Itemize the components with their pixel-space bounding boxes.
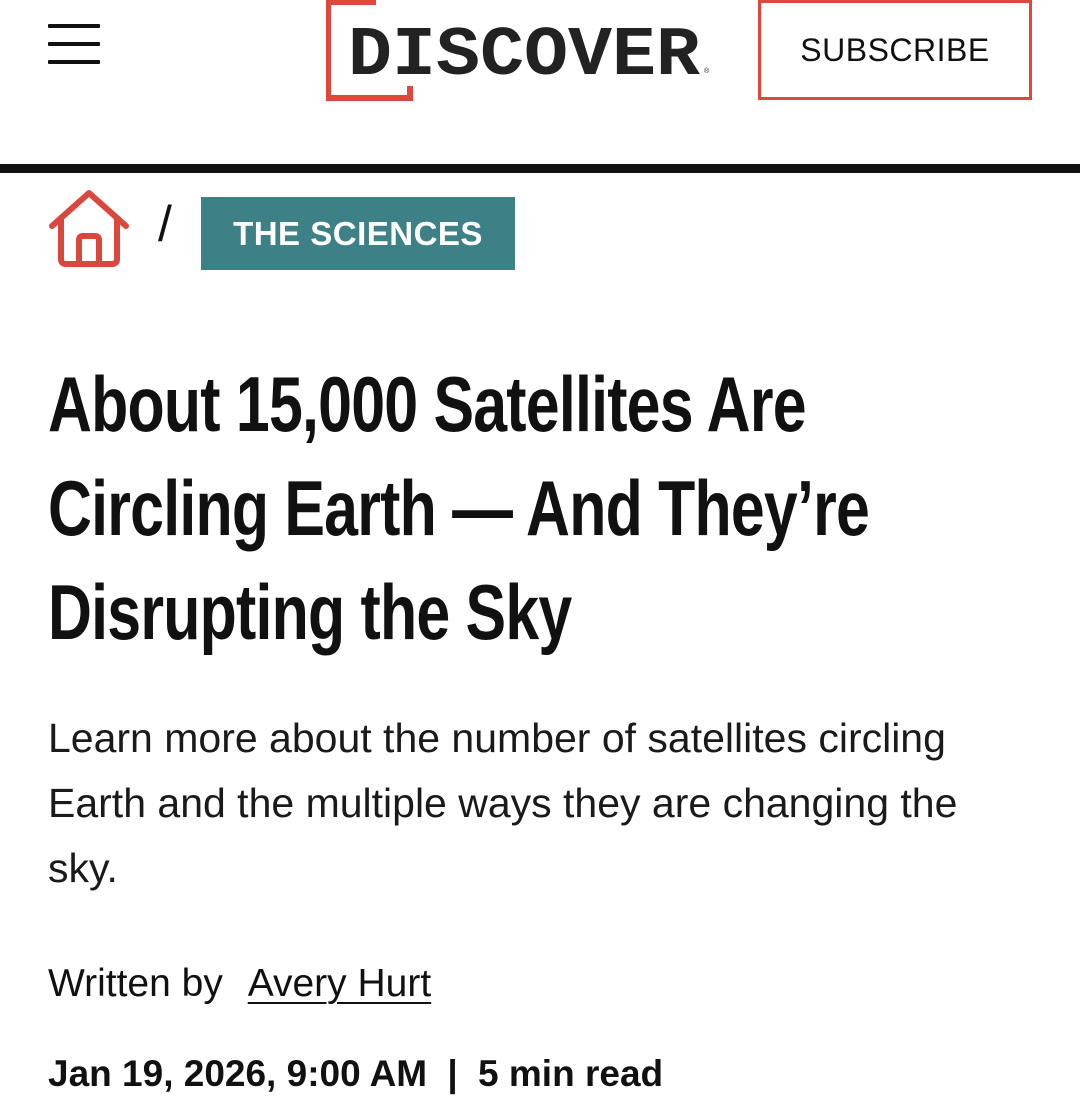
logo-graphic: DISCOVER ® xyxy=(326,0,710,101)
byline: Written by Avery Hurt xyxy=(48,958,431,1010)
discover-logo[interactable]: DISCOVER ® xyxy=(326,0,716,102)
headline-text: About 15,000 Satellites Are Circling Ear… xyxy=(48,360,870,656)
article-summary: Learn more about the number of satellite… xyxy=(48,715,958,891)
menu-bar xyxy=(48,42,100,46)
logo-wordmark: DISCOVER xyxy=(348,17,700,96)
menu-bar xyxy=(48,60,100,64)
article-meta: Jan 19, 2026, 9:00 AM | 5 min read xyxy=(48,1048,663,1100)
meta-separator: | xyxy=(447,1053,458,1094)
site-header: DISCOVER ® SUBSCRIBE xyxy=(0,0,1080,173)
read-time: 5 min read xyxy=(478,1053,664,1094)
hamburger-menu-icon[interactable] xyxy=(44,18,104,70)
header-divider xyxy=(0,164,1080,173)
byline-prefix: Written by xyxy=(48,962,223,1005)
breadcrumb: / THE SCIENCES xyxy=(46,186,746,272)
category-tag[interactable]: THE SCIENCES xyxy=(201,197,515,270)
author-link[interactable]: Avery Hurt xyxy=(248,962,432,1005)
article-headline: About 15,000 Satellites Are Circling Ear… xyxy=(48,352,870,664)
svg-text:®: ® xyxy=(704,67,710,75)
home-icon[interactable] xyxy=(46,188,132,268)
subscribe-button[interactable]: SUBSCRIBE xyxy=(758,0,1032,100)
publish-date: Jan 19, 2026, 9:00 AM xyxy=(48,1053,428,1094)
breadcrumb-separator: / xyxy=(158,196,172,252)
menu-bar xyxy=(48,24,100,28)
